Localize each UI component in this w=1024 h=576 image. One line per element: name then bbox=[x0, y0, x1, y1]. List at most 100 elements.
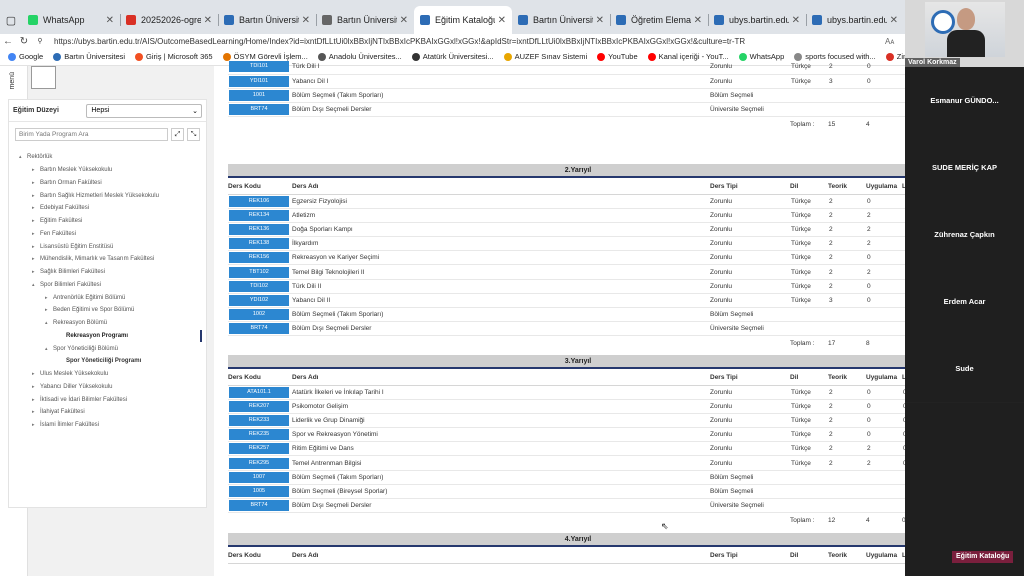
education-level-select[interactable]: Hepsi ⌄ bbox=[86, 103, 202, 118]
table-row[interactable]: YDI101 Yabancı Dil I Zorunlu Türkçe 3 0 bbox=[228, 74, 905, 89]
table-row[interactable]: TDI101 Türk Dili I Zorunlu Türkçe 2 0 bbox=[228, 60, 905, 75]
column-header[interactable]: Ders Kodu bbox=[228, 180, 292, 195]
tree-item[interactable]: ▸ Ulus Meslek Yüksekokulu bbox=[9, 368, 206, 381]
course-code-link[interactable]: REK134 bbox=[229, 209, 289, 221]
tree-item[interactable]: ▴ Rektörlük bbox=[9, 151, 206, 164]
tree-item[interactable]: ▸ Edebiyat Fakültesi bbox=[9, 202, 206, 215]
collapsed-arrow-icon[interactable]: ▸ bbox=[32, 218, 40, 224]
window-menu-icon[interactable]: ▢ bbox=[0, 6, 22, 34]
tree-item[interactable]: ▸ Beden Eğitimi ve Spor Bölümü bbox=[9, 304, 206, 317]
table-row[interactable]: TDI102 Türk Dili II Zorunlu Türkçe 2 0 bbox=[228, 279, 905, 294]
course-code-link[interactable]: REK235 bbox=[229, 429, 289, 441]
tree-item[interactable]: Spor Yöneticiliği Programı bbox=[9, 355, 206, 368]
collapsed-arrow-icon[interactable]: ▸ bbox=[32, 256, 40, 262]
table-row[interactable]: REK106 Egzersiz Fizyolojisi Zorunlu Türkçe 2… bbox=[228, 194, 905, 209]
tree-item[interactable]: ▸ İktisadi ve İdari Bilimler Fakültesi bbox=[9, 393, 206, 406]
bookmark-item[interactable]: Google bbox=[8, 52, 43, 61]
table-row[interactable]: 1002 Bölüm Seçmeli (Takım Sporları) Bölüm … bbox=[228, 307, 905, 323]
collapsed-arrow-icon[interactable]: ▸ bbox=[45, 307, 53, 313]
collapsed-arrow-icon[interactable]: ▸ bbox=[32, 193, 40, 199]
column-header[interactable]: Teorik bbox=[828, 549, 866, 564]
browser-tab[interactable]: ubys.bartin.edu.tr/AIS/...✕ bbox=[806, 6, 904, 34]
close-tab-icon[interactable]: ✕ bbox=[302, 15, 310, 26]
column-header[interactable]: Ders Adı bbox=[292, 549, 710, 564]
table-row[interactable]: 1005 Bölüm Seçmeli (Bireysel Sporlar) Bölü… bbox=[228, 484, 905, 500]
course-code-link[interactable]: TDI102 bbox=[229, 280, 289, 292]
egitim-katalogu-badge[interactable]: Eğitim Kataloğu bbox=[952, 551, 1014, 563]
close-tab-icon[interactable]: ✕ bbox=[596, 15, 604, 26]
close-tab-icon[interactable]: ✕ bbox=[890, 15, 898, 26]
tree-item[interactable]: ▸ İslami İlimler Fakültesi bbox=[9, 419, 206, 432]
table-row[interactable]: BRT74 Bölüm Dışı Seçmeli Dersler Üniversit… bbox=[228, 498, 905, 514]
course-code-link[interactable]: BRT74 bbox=[229, 323, 289, 335]
course-code-link[interactable]: YDI101 bbox=[229, 75, 289, 87]
tree-item[interactable]: ▸ Bartın Meslek Yüksekokulu bbox=[9, 164, 206, 177]
column-header[interactable]: Teorik bbox=[828, 371, 866, 386]
tree-item[interactable]: ▸ Fen Fakültesi bbox=[9, 228, 206, 241]
unit-search-input[interactable]: Birim Yada Program Ara bbox=[15, 128, 169, 141]
close-tab-icon[interactable]: ✕ bbox=[204, 15, 212, 26]
close-tab-icon[interactable]: ✕ bbox=[498, 15, 506, 26]
close-tab-icon[interactable]: ✕ bbox=[400, 15, 408, 26]
collapsed-arrow-icon[interactable]: ▸ bbox=[32, 409, 40, 415]
course-code-link[interactable]: 1005 bbox=[229, 485, 289, 497]
column-header[interactable]: Dil bbox=[790, 371, 828, 386]
table-row[interactable]: BRT74 Bölüm Dışı Seçmeli Dersler Üniversit… bbox=[228, 102, 905, 118]
tree-item[interactable]: ▸ Lisansüstü Eğitim Enstitüsü bbox=[9, 240, 206, 253]
table-row[interactable]: 1001 Bölüm Seçmeli (Takım Sporları) Bölüm … bbox=[228, 88, 905, 104]
tree-item[interactable]: ▴ Spor Yöneticiliği Bölümü bbox=[9, 342, 206, 355]
tree-item[interactable]: ▸ Sağlık Bilimleri Fakültesi bbox=[9, 266, 206, 279]
collapsed-arrow-icon[interactable]: ▸ bbox=[32, 422, 40, 428]
collapsed-arrow-icon[interactable]: ▸ bbox=[32, 244, 40, 250]
menu-label[interactable]: menü bbox=[9, 72, 16, 90]
back-icon[interactable]: ← bbox=[0, 36, 16, 47]
column-header[interactable]: Uygulama bbox=[866, 549, 902, 564]
tree-item[interactable]: ▸ Mühendislik, Mimarlık ve Tasarım Fakült… bbox=[9, 253, 206, 266]
browser-tab[interactable]: WhatsApp ✕ bbox=[22, 6, 120, 34]
participant-tile[interactable]: Sude bbox=[905, 335, 1024, 402]
column-header[interactable]: Ders Adı bbox=[292, 180, 710, 195]
column-header[interactable]: Dil bbox=[790, 180, 828, 195]
column-header[interactable]: Ders Adı bbox=[292, 371, 710, 386]
course-code-link[interactable]: BRT74 bbox=[229, 104, 289, 116]
reload-icon[interactable]: ↻ bbox=[16, 36, 32, 47]
expand-icon[interactable]: ⤢ bbox=[171, 128, 185, 141]
reader-mode-icon[interactable]: Aᴀ bbox=[885, 37, 905, 46]
course-code-link[interactable]: REK136 bbox=[229, 223, 289, 235]
column-header[interactable]: Ders Tipi bbox=[710, 549, 790, 564]
column-header[interactable]: Ders Tipi bbox=[710, 371, 790, 386]
column-header[interactable]: Ders Kodu bbox=[228, 549, 292, 564]
course-code-link[interactable]: REK233 bbox=[229, 414, 289, 426]
collapsed-arrow-icon[interactable]: ▸ bbox=[32, 231, 40, 237]
collapsed-arrow-icon[interactable]: ▸ bbox=[32, 180, 40, 186]
participant-tile[interactable]: Zührenaz Çapkın bbox=[905, 201, 1024, 268]
browser-tab[interactable]: Bartın Üniversitesi✕ bbox=[218, 6, 316, 34]
course-code-link[interactable]: 1007 bbox=[229, 471, 289, 483]
table-row[interactable]: ATA101.1 Atatürk İlkeleri ve İnkılap Tari… bbox=[228, 385, 905, 400]
browser-tab[interactable]: Bartın Üniversitesi Bolu...✕ bbox=[316, 6, 414, 34]
tree-item[interactable]: ▸ İlahiyat Fakültesi bbox=[9, 406, 206, 419]
course-code-link[interactable]: BRT74 bbox=[229, 500, 289, 512]
course-code-link[interactable]: 1001 bbox=[229, 89, 289, 101]
tree-item[interactable]: Rekreasyon Programı bbox=[9, 329, 206, 343]
collapse-icon[interactable]: ⤡ bbox=[187, 128, 200, 141]
course-code-link[interactable]: YDI102 bbox=[229, 294, 289, 306]
column-header[interactable]: Laboratuvar bbox=[902, 549, 905, 564]
course-code-link[interactable]: REK106 bbox=[229, 195, 289, 207]
site-info-icon[interactable]: ⚲ bbox=[32, 37, 48, 45]
course-code-link[interactable]: ATA101.1 bbox=[229, 386, 289, 398]
column-header[interactable]: Dil bbox=[790, 549, 828, 564]
column-header[interactable]: Uygulama bbox=[866, 180, 902, 195]
table-row[interactable]: REK156 Rekreasyon ve Kariyer Seçimi Zorunl… bbox=[228, 250, 905, 266]
collapsed-arrow-icon[interactable]: ▸ bbox=[32, 371, 40, 377]
course-code-link[interactable]: REK295 bbox=[229, 457, 289, 469]
tree-item[interactable]: ▴ Rekreasyon Bölümü bbox=[9, 317, 206, 330]
collapsed-arrow-icon[interactable]: ▸ bbox=[32, 205, 40, 211]
table-row[interactable]: REK134 Atletizm Zorunlu Türkçe 2 2 bbox=[228, 208, 905, 223]
table-row[interactable]: REK136 Doğa Sporları Kampı Zorunlu Türkçe 2 2 bbox=[228, 222, 905, 238]
column-header[interactable]: Ders Kodu bbox=[228, 371, 292, 386]
expanded-arrow-icon[interactable]: ▴ bbox=[45, 346, 53, 352]
expanded-arrow-icon[interactable]: ▴ bbox=[32, 282, 40, 288]
browser-tab[interactable]: 20252026-ogretim-yili...✕ bbox=[120, 6, 218, 34]
course-code-link[interactable]: REK257 bbox=[229, 443, 289, 455]
